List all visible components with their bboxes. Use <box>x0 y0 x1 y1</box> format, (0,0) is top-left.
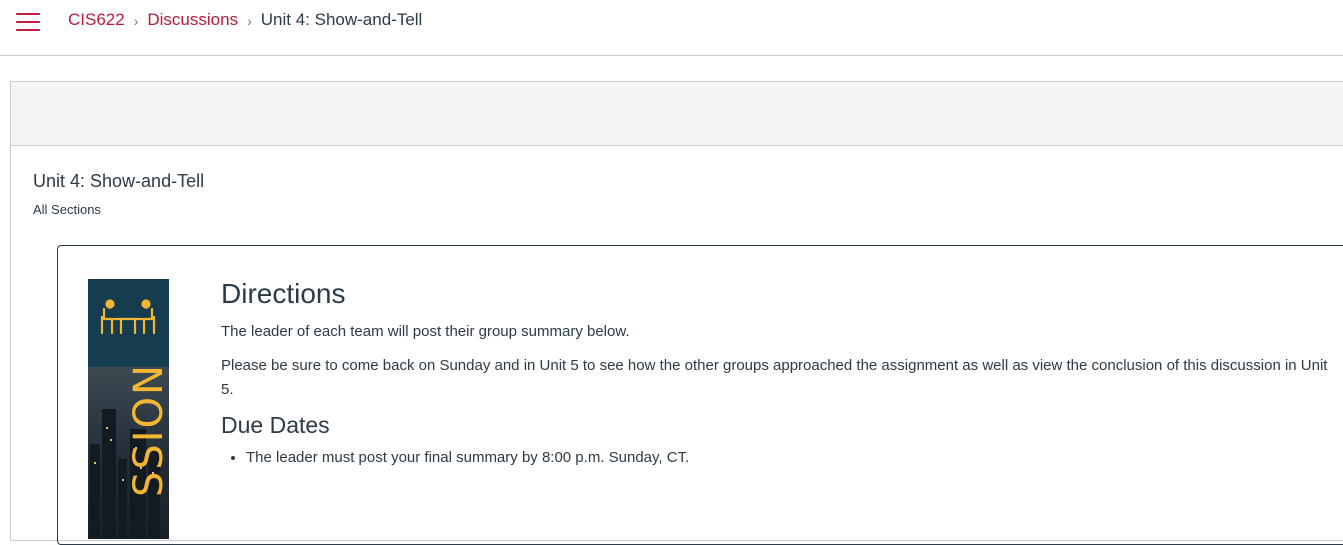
breadcrumb-current-page: Unit 4: Show-and-Tell <box>260 10 423 29</box>
discussion-banner-image: SSION <box>88 279 169 539</box>
banner-word-text: SSION <box>126 363 169 497</box>
due-date-item: The leader must post your final summary … <box>246 446 1341 470</box>
due-dates-heading: Due Dates <box>221 412 330 438</box>
discussion-title: Unit 4: Show-and-Tell <box>33 171 205 191</box>
directions-heading: Directions <box>221 278 346 309</box>
banner-city-image: SSION <box>88 363 169 539</box>
discussion-sections-label: All Sections <box>33 202 101 217</box>
breadcrumb-course-link[interactable]: CIS622 <box>68 10 125 30</box>
discussion-toolbar-area <box>11 82 1343 146</box>
discussion-panel: Unit 4: Show-and-Tell All Sections SSION… <box>10 81 1343 545</box>
banner-top-block <box>88 279 169 367</box>
discussion-content-box: SSION Directions The leader of each team… <box>57 245 1343 545</box>
due-dates-list: The leader must post your final summary … <box>221 446 1341 470</box>
breadcrumb-separator-icon: › <box>247 13 252 29</box>
breadcrumb-separator-icon: › <box>133 13 139 29</box>
directions-paragraph-1: The leader of each team will post their … <box>221 323 630 340</box>
breadcrumb-discussions-link[interactable]: Discussions <box>147 10 238 30</box>
directions-paragraph-2: Please be sure to come back on Sunday an… <box>221 357 1328 398</box>
hamburger-menu-icon[interactable] <box>16 13 40 31</box>
discussion-body: Directions The leader of each team will … <box>221 278 1341 470</box>
breadcrumb: CIS622 › Discussions › Unit 4: Show-and-… <box>68 10 422 30</box>
meeting-table-icon <box>100 299 156 335</box>
top-navigation-bar: CIS622 › Discussions › Unit 4: Show-and-… <box>0 0 1343 56</box>
